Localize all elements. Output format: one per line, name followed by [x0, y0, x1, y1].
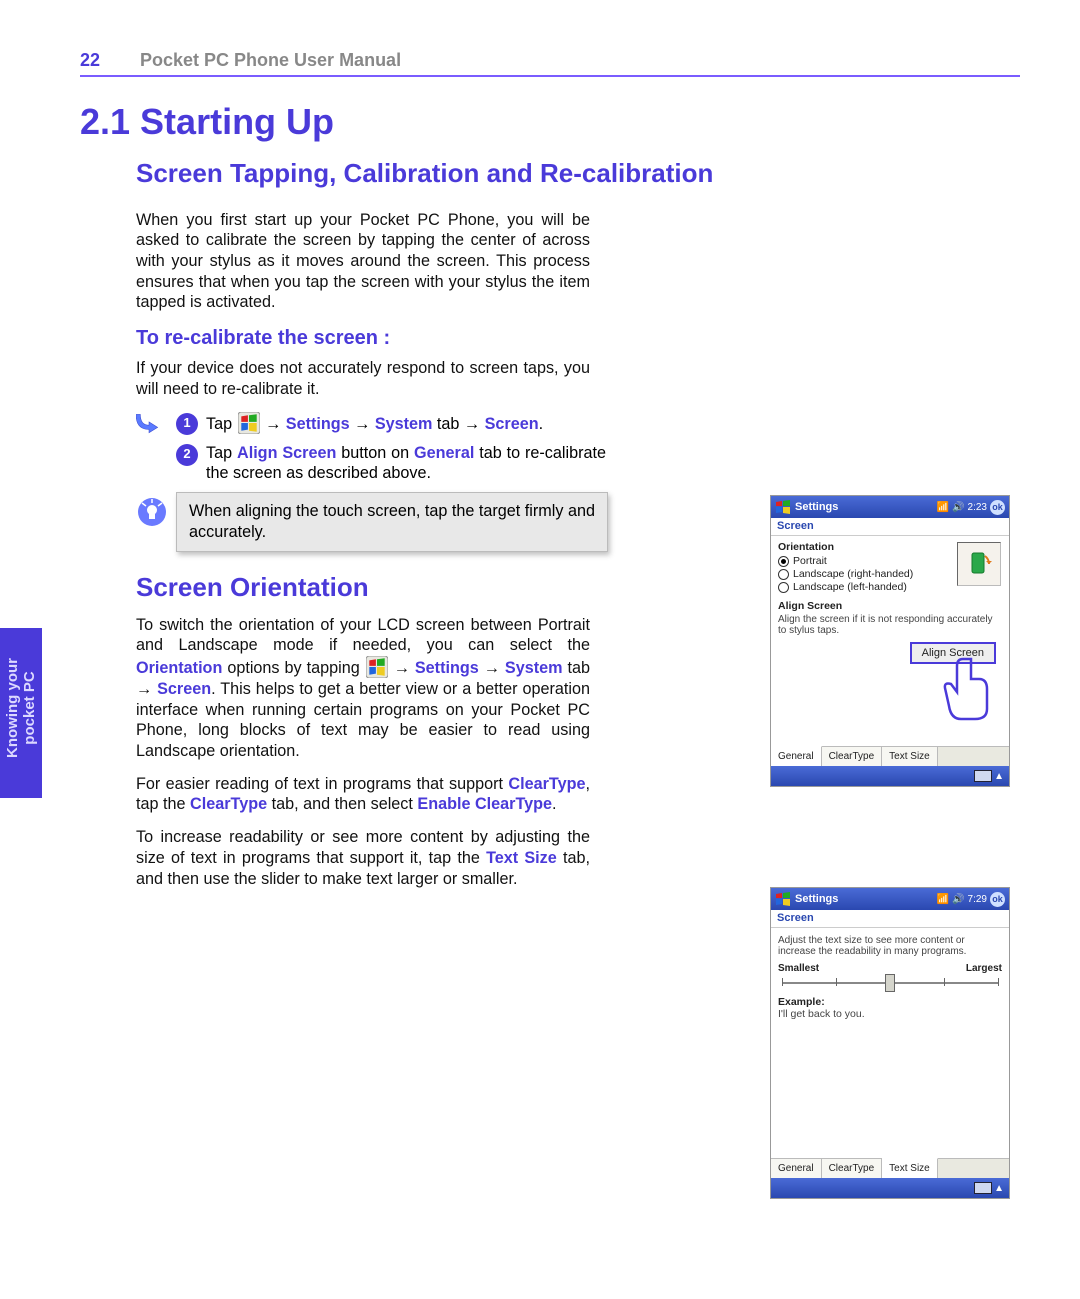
paragraph-orientation: To switch the orientation of your LCD sc… — [80, 615, 590, 762]
windows-flag-icon — [775, 499, 791, 515]
heading-recalibrate: To re-calibrate the screen : — [80, 327, 1020, 350]
manual-title: Pocket PC Phone User Manual — [140, 50, 401, 71]
keyboard-icon[interactable] — [974, 770, 992, 782]
slider-max-label: Largest — [966, 963, 1002, 974]
tab-textsize[interactable]: Text Size — [882, 1158, 938, 1178]
paragraph-textsize: To increase readability or see more cont… — [80, 827, 590, 889]
tip-text: When aligning the touch screen, tap the … — [189, 502, 595, 541]
page-header: 22 Pocket PC Phone User Manual — [80, 50, 1020, 77]
speaker-icon: 🔊 — [952, 502, 964, 513]
tip-box: When aligning the touch screen, tap the … — [176, 492, 608, 551]
device-subtitle: Screen — [771, 910, 1009, 928]
arrow-steps-icon — [136, 410, 162, 436]
slider-min-label: Smallest — [778, 963, 819, 974]
windows-start-icon — [238, 412, 260, 434]
tab-general[interactable]: General — [771, 746, 822, 766]
device-title: Settings — [795, 501, 937, 513]
align-screen-label: Align Screen — [778, 600, 1002, 612]
signal-icon: 📶 — [937, 894, 949, 905]
device-subtitle: Screen — [771, 518, 1009, 536]
device-time: 2:23 — [968, 502, 987, 513]
device-screenshot-textsize: Settings 📶 🔊 7:29 ok Screen Adjust the t… — [770, 887, 1010, 1199]
device-screenshot-orientation: Settings 📶 🔊 2:23 ok Screen Orientation … — [770, 495, 1010, 787]
tab-textsize[interactable]: Text Size — [882, 747, 938, 766]
section-title: 2.1 Starting Up — [80, 101, 1020, 143]
example-label: Example: — [778, 996, 1002, 1008]
ok-button[interactable]: ok — [990, 500, 1005, 515]
tab-cleartype[interactable]: ClearType — [822, 747, 883, 766]
lightbulb-tip-icon — [137, 497, 167, 527]
step-2: 2 Tap Align Screen button on General tab… — [176, 443, 606, 484]
step-number-1-icon: 1 — [176, 413, 198, 435]
textsize-description: Adjust the text size to see more content… — [778, 935, 1002, 957]
signal-icon: 📶 — [937, 502, 949, 513]
paragraph-recalibrate: If your device does not accurately respo… — [80, 358, 590, 399]
textsize-slider[interactable] — [782, 980, 998, 986]
device-time: 7:29 — [968, 894, 987, 905]
windows-start-icon — [366, 656, 388, 678]
heading-calibration: Screen Tapping, Calibration and Re-calib… — [80, 157, 1020, 190]
step-1: 1 Tap → Settings → System tab → Screen. — [176, 412, 606, 435]
step-number-2-icon: 2 — [176, 444, 198, 466]
windows-flag-icon — [775, 891, 791, 907]
example-text: I'll get back to you. — [778, 1008, 1002, 1020]
tab-general[interactable]: General — [771, 1159, 822, 1178]
ok-button[interactable]: ok — [990, 892, 1005, 907]
tab-cleartype[interactable]: ClearType — [822, 1159, 883, 1178]
up-arrow-icon[interactable]: ▲ — [994, 771, 1004, 782]
align-screen-description: Align the screen if it is not responding… — [778, 614, 1002, 636]
device-title: Settings — [795, 893, 937, 905]
pointing-hand-icon — [939, 654, 995, 724]
paragraph-cleartype: For easier reading of text in programs t… — [80, 774, 590, 815]
keyboard-icon[interactable] — [974, 1182, 992, 1194]
page-number: 22 — [80, 50, 140, 71]
paragraph-calibration: When you first start up your Pocket PC P… — [80, 210, 590, 314]
orientation-preview-icon — [957, 542, 1001, 586]
up-arrow-icon[interactable]: ▲ — [994, 1183, 1004, 1194]
speaker-icon: 🔊 — [952, 894, 964, 905]
